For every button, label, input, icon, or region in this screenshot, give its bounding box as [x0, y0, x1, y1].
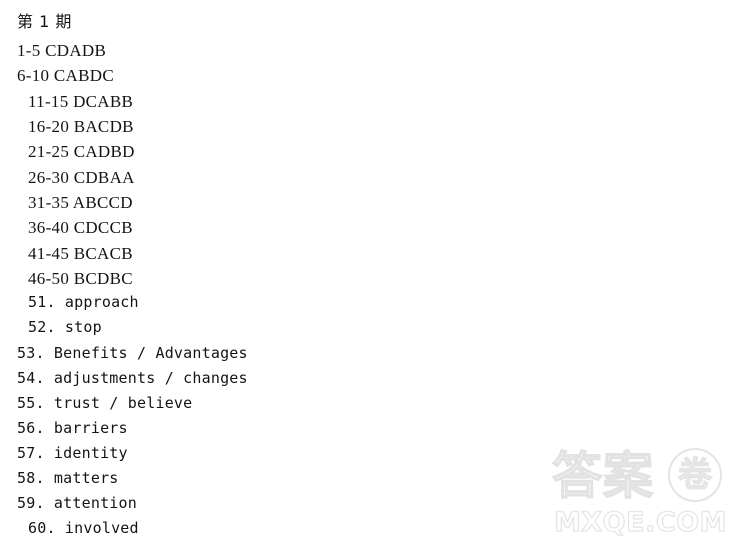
answer-line: 41-45 BCACB: [28, 244, 133, 263]
answer-line: 60. involved: [28, 519, 139, 537]
answer-line: 21-25 CADBD: [28, 142, 135, 161]
watermark-domain-text: MXQE.COM: [553, 506, 727, 538]
answer-line: 58. matters: [17, 469, 119, 487]
watermark-circled-char: 卷: [677, 454, 712, 495]
answer-line: 16-20 BACDB: [28, 117, 134, 136]
answer-line: 6-10 CABDC: [17, 66, 114, 85]
answer-line: 11-15 DCABB: [28, 92, 134, 111]
answer-line: 26-30 CDBAA: [28, 168, 135, 187]
site-watermark: 答案 卷 MXQE.COM: [551, 446, 728, 544]
answer-line: 56. barriers: [17, 419, 128, 437]
answer-line: 52. stop: [28, 318, 102, 336]
page-title: 第 1 期: [17, 12, 72, 31]
answer-key-sheet: 第 1 期 1-5 CDADB 6-10 CABDC 11-15 DCABB 16-2…: [0, 0, 734, 546]
answer-line: 57. identity: [17, 444, 128, 462]
answer-line: 59. attention: [17, 494, 137, 512]
answer-line: 36-40 CDCCB: [28, 218, 133, 237]
watermark-cjk-text: 答案: [551, 446, 654, 505]
answer-line: 31-35 ABCCD: [28, 193, 133, 212]
answer-line: 1-5 CDADB: [17, 41, 107, 60]
answer-line: 53. Benefits / Advantages: [17, 344, 248, 362]
answer-line: 46-50 BCDBC: [28, 269, 133, 288]
answer-line: 54. adjustments / changes: [17, 369, 248, 387]
answer-line: 55. trust / believe: [17, 394, 193, 412]
answer-line: 51. approach: [28, 293, 139, 311]
watermark-circle-icon: [668, 448, 722, 502]
